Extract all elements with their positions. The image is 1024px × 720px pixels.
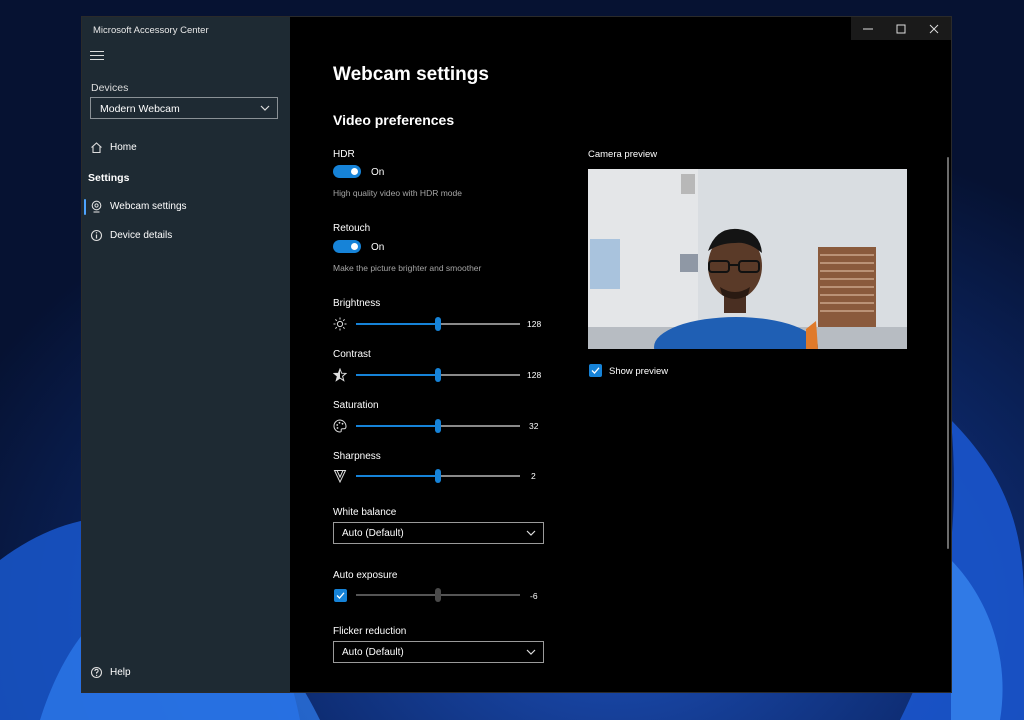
scrollbar[interactable] — [947, 157, 949, 549]
camera-preview-image — [588, 169, 907, 349]
auto-exposure-slider[interactable] — [356, 588, 520, 602]
retouch-description: Make the picture brighter and smoother — [333, 263, 482, 273]
saturation-slider[interactable] — [356, 419, 520, 433]
sharpness-label: Sharpness — [333, 451, 381, 462]
sidebar-item-device-details[interactable]: Device details — [82, 223, 290, 249]
page-title: Webcam settings — [333, 64, 489, 85]
show-preview-label: Show preview — [609, 366, 669, 377]
webcam-icon — [91, 200, 102, 213]
auto-exposure-value: -6 — [530, 591, 538, 601]
chevron-down-icon — [526, 530, 536, 536]
retouch-toggle[interactable] — [333, 240, 361, 253]
sidebar: Microsoft Accessory Center Devices Moder… — [82, 17, 290, 692]
auto-exposure-checkbox[interactable] — [334, 589, 347, 602]
hamburger-icon[interactable] — [90, 48, 104, 62]
slider-thumb[interactable] — [435, 588, 441, 602]
brightness-slider[interactable] — [356, 317, 520, 331]
slider-fill — [356, 425, 438, 427]
show-preview-checkbox[interactable] — [589, 364, 602, 377]
app-title: Microsoft Accessory Center — [93, 25, 209, 36]
sharpness-icon — [333, 470, 347, 483]
contrast-label: Contrast — [333, 349, 371, 360]
saturation-value: 32 — [529, 421, 539, 431]
checkmark-icon — [591, 367, 600, 374]
saturation-label: Saturation — [333, 400, 379, 411]
flicker-reduction-dropdown[interactable]: Auto (Default) — [333, 641, 544, 663]
info-icon — [90, 229, 103, 242]
brightness-value: 128 — [527, 319, 542, 329]
main-content: Webcam settings Video preferences HDR On… — [290, 17, 951, 692]
sidebar-item-webcam-settings[interactable]: Webcam settings — [82, 194, 290, 220]
camera-preview-label: Camera preview — [588, 149, 658, 160]
sidebar-item-label: Help — [110, 667, 131, 678]
sidebar-item-label: Webcam settings — [110, 201, 187, 212]
chevron-down-icon — [526, 649, 536, 655]
sun-icon — [333, 317, 347, 331]
section-title: Video preferences — [333, 112, 455, 128]
retouch-state: On — [371, 242, 385, 253]
palette-icon — [333, 419, 347, 433]
device-select[interactable]: Modern Webcam — [90, 97, 278, 119]
sidebar-item-help[interactable]: Help — [82, 660, 290, 686]
contrast-star-icon — [333, 368, 347, 382]
brightness-label: Brightness — [333, 298, 381, 309]
device-select-value: Modern Webcam — [100, 103, 180, 115]
checkmark-icon — [336, 592, 345, 599]
slider-fill — [356, 475, 438, 477]
flicker-reduction-value: Auto (Default) — [342, 647, 404, 658]
help-icon — [90, 666, 103, 679]
chevron-down-icon — [260, 105, 270, 111]
sidebar-item-home[interactable]: Home — [82, 135, 290, 161]
retouch-label: Retouch — [333, 223, 371, 234]
slider-fill — [356, 323, 438, 325]
white-balance-value: Auto (Default) — [342, 528, 404, 539]
sharpness-value: 2 — [531, 471, 536, 481]
slider-fill — [356, 374, 438, 376]
home-icon — [91, 142, 102, 154]
sidebar-item-label: Device details — [110, 230, 173, 241]
slider-thumb[interactable] — [435, 368, 441, 382]
hdr-label: HDR — [333, 149, 355, 160]
slider-thumb[interactable] — [435, 419, 441, 433]
contrast-value: 128 — [527, 370, 542, 380]
slider-thumb[interactable] — [435, 469, 441, 483]
app-window: Microsoft Accessory Center Devices Moder… — [82, 17, 951, 692]
slider-thumb[interactable] — [435, 317, 441, 331]
flicker-reduction-label: Flicker reduction — [333, 626, 407, 637]
sharpness-slider[interactable] — [356, 469, 520, 483]
white-balance-dropdown[interactable]: Auto (Default) — [333, 522, 544, 544]
hdr-state: On — [371, 167, 385, 178]
auto-exposure-label: Auto exposure — [333, 570, 398, 581]
contrast-slider[interactable] — [356, 368, 520, 382]
devices-label: Devices — [91, 82, 129, 94]
white-balance-label: White balance — [333, 507, 397, 518]
hdr-description: High quality video with HDR mode — [333, 188, 462, 198]
hdr-toggle[interactable] — [333, 165, 361, 178]
sidebar-item-label: Home — [110, 142, 137, 153]
settings-section-header: Settings — [88, 172, 130, 184]
